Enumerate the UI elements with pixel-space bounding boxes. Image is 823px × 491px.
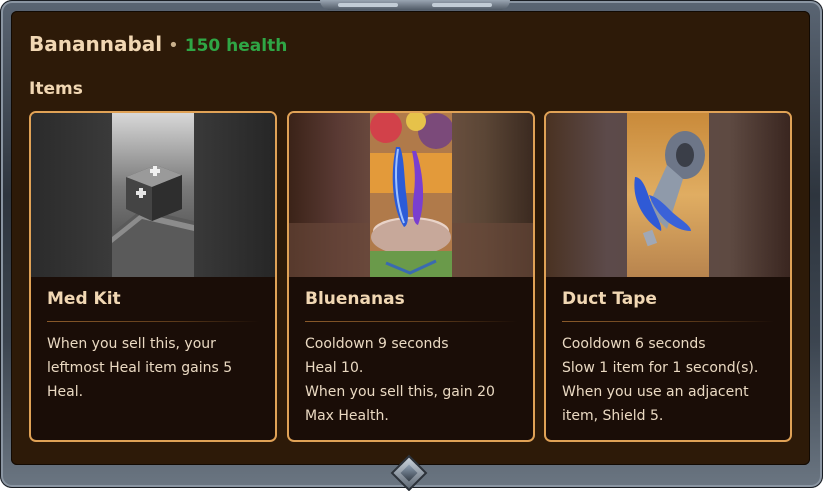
description-line: Max Health.: [305, 408, 389, 424]
description-line: leftmost Heal item gains 5: [47, 360, 233, 376]
description-line: item, Shield 5.: [562, 408, 664, 424]
items-section-title: Items: [29, 79, 83, 99]
description-line: When you sell this, your: [47, 336, 216, 352]
header-separator: •: [168, 35, 179, 56]
unit-header: Banannabal • 150 health: [29, 32, 287, 56]
frame-top-ornament: [320, 0, 510, 10]
item-name: Med Kit: [47, 289, 121, 309]
bluenanas-icon: [370, 113, 452, 277]
description-line: Cooldown 6 seconds: [562, 336, 706, 352]
unit-name: Banannabal: [29, 32, 163, 56]
item-description: Cooldown 9 seconds Heal 10. When you sel…: [305, 332, 523, 428]
item-description: Cooldown 6 seconds Slow 1 item for 1 sec…: [562, 332, 780, 428]
item-name: Duct Tape: [562, 289, 657, 309]
item-art: [31, 113, 275, 277]
item-divider: [47, 321, 259, 322]
frame-gem-inner: [400, 464, 418, 482]
unit-health: 150 health: [184, 36, 288, 56]
item-card-med-kit[interactable]: Med Kit When you sell this, your leftmos…: [29, 111, 277, 442]
description-line: Heal 10.: [305, 360, 364, 376]
description-line: Cooldown 9 seconds: [305, 336, 449, 352]
item-card-duct-tape[interactable]: Duct Tape Cooldown 6 seconds Slow 1 item…: [544, 111, 792, 442]
description-line: When you use an adjacent: [562, 384, 749, 400]
duct-tape-icon: [627, 113, 709, 277]
description-line: When you sell this, gain 20: [305, 384, 495, 400]
description-line: Heal.: [47, 384, 84, 400]
item-name: Bluenanas: [305, 289, 405, 309]
item-description: When you sell this, your leftmost Heal i…: [47, 332, 265, 404]
item-art: [546, 113, 790, 277]
item-divider: [305, 321, 517, 322]
item-card-bluenanas[interactable]: Bluenanas Cooldown 9 seconds Heal 10. Wh…: [287, 111, 535, 442]
unit-panel: Banannabal • 150 health Items Med Kit Wh…: [11, 11, 810, 465]
window-frame: Banannabal • 150 health Items Med Kit Wh…: [0, 0, 823, 491]
item-divider: [562, 321, 774, 322]
item-art: [289, 113, 533, 277]
med-kit-icon: [112, 113, 194, 277]
description-line: Slow 1 item for 1 second(s).: [562, 360, 759, 376]
